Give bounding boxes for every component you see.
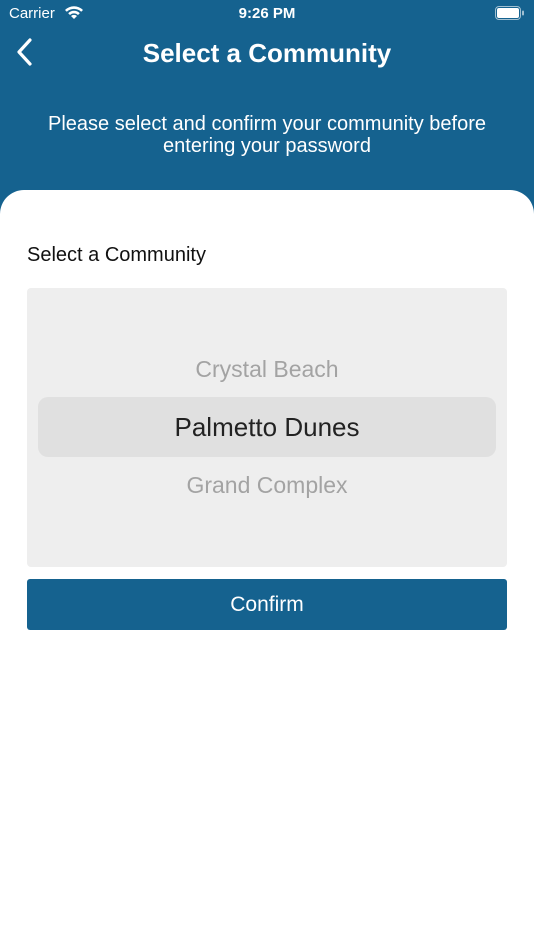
picker-option-selected[interactable]: Palmetto Dunes xyxy=(27,412,507,443)
nav-bar: Select a Community xyxy=(0,28,534,80)
confirm-button[interactable]: Confirm xyxy=(27,579,507,630)
picker-option[interactable]: Grand Complex xyxy=(27,472,507,499)
content-sheet: Select a Community Crystal Beach Palmett… xyxy=(0,190,534,950)
picker-option[interactable]: Crystal Beach xyxy=(27,356,507,383)
battery-icon xyxy=(495,6,525,21)
clock: 9:26 PM xyxy=(238,5,296,22)
community-picker[interactable]: Crystal Beach Palmetto Dunes Grand Compl… xyxy=(27,288,507,567)
community-label: Select a Community xyxy=(27,244,206,266)
status-bar: Carrier 9:26 PM xyxy=(0,0,534,28)
instruction-text: Please select and confirm your community… xyxy=(48,113,486,157)
page-title: Select a Community xyxy=(142,38,392,68)
